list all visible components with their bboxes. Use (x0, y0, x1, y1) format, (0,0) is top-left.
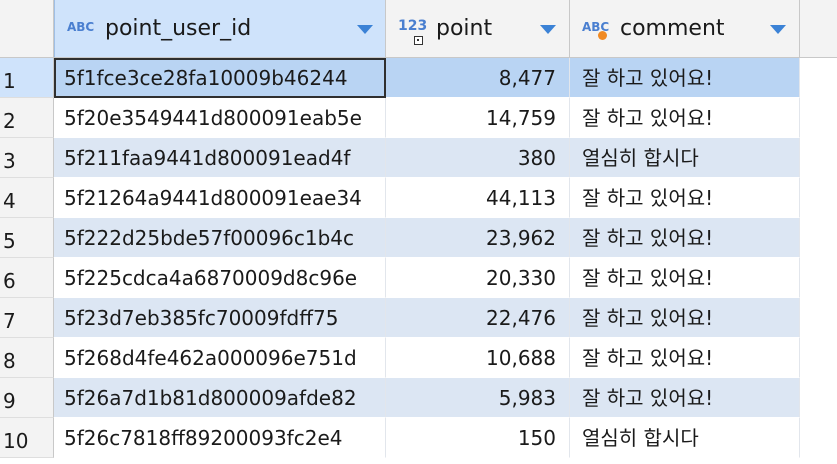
grid-header: ABC point_user_id 123 point ABC comment (0, 0, 837, 58)
sort-dropdown-icon[interactable] (540, 25, 556, 34)
cell-point-user-id[interactable]: 5f21264a9441d800091eae34 (54, 178, 386, 218)
cell-point[interactable]: 5,983 (386, 378, 570, 418)
cell-comment[interactable]: 열심히 합시다 (570, 138, 800, 178)
row-number[interactable]: 1 (0, 58, 54, 98)
sort-dropdown-icon[interactable] (770, 25, 786, 34)
row-number[interactable]: 2 (0, 98, 54, 138)
cell-comment[interactable]: 잘 하고 있어요! (570, 258, 800, 298)
cell-point[interactable]: 14,759 (386, 98, 570, 138)
string-marker-icon (598, 31, 607, 40)
string-type-icon: ABC (67, 20, 95, 34)
cell-comment[interactable]: 잘 하고 있어요! (570, 298, 800, 338)
row-number[interactable]: 6 (0, 258, 54, 298)
cell-point-user-id[interactable]: 5f268d4fe462a000096e751d (54, 338, 386, 378)
cell-comment[interactable]: 잘 하고 있어요! (570, 378, 800, 418)
row-number[interactable]: 5 (0, 218, 54, 258)
cell-point[interactable]: 22,476 (386, 298, 570, 338)
cell-point[interactable]: 10,688 (386, 338, 570, 378)
cell-point[interactable]: 150 (386, 418, 570, 458)
cell-point-user-id[interactable]: 5f1fce3ce28fa10009b46244 (54, 58, 386, 98)
cell-point-user-id[interactable]: 5f222d25bde57f00096c1b4c (54, 218, 386, 258)
cell-point[interactable]: 380 (386, 138, 570, 178)
column-label: point_user_id (105, 16, 252, 41)
cell-point-user-id[interactable]: 5f26a7d1b81d800009afde82 (54, 378, 386, 418)
cell-comment[interactable]: 잘 하고 있어요! (570, 218, 800, 258)
column-header-point[interactable]: 123 point (386, 0, 570, 57)
header-corner-cell[interactable] (0, 0, 54, 57)
header-filler (800, 0, 837, 57)
row-number[interactable]: 8 (0, 338, 54, 378)
key-badge-icon (414, 36, 423, 45)
cell-point[interactable]: 8,477 (386, 58, 570, 98)
cell-point-user-id[interactable]: 5f225cdca4a6870009d8c96e (54, 258, 386, 298)
column-header-point-user-id[interactable]: ABC point_user_id (54, 0, 386, 57)
cell-comment[interactable]: 잘 하고 있어요! (570, 178, 800, 218)
cell-comment[interactable]: 열심히 합시다 (570, 418, 800, 458)
number-type-icon: 123 (398, 18, 428, 34)
cell-point[interactable]: 23,962 (386, 218, 570, 258)
sort-dropdown-icon[interactable] (357, 25, 373, 34)
row-number[interactable]: 3 (0, 138, 54, 178)
cell-point-user-id[interactable]: 5f20e3549441d800091eab5e (54, 98, 386, 138)
row-number[interactable]: 4 (0, 178, 54, 218)
cell-point[interactable]: 44,113 (386, 178, 570, 218)
row-number[interactable]: 10 (0, 418, 54, 458)
row-number[interactable]: 7 (0, 298, 54, 338)
cell-comment[interactable]: 잘 하고 있어요! (570, 338, 800, 378)
column-label: comment (620, 16, 725, 41)
cell-point[interactable]: 20,330 (386, 258, 570, 298)
cell-comment[interactable]: 잘 하고 있어요! (570, 98, 800, 138)
row-number[interactable]: 9 (0, 378, 54, 418)
column-header-comment[interactable]: ABC comment (570, 0, 800, 57)
results-grid: ABC point_user_id 123 point ABC comment … (0, 0, 837, 463)
column-label: point (436, 16, 493, 41)
cell-comment[interactable]: 잘 하고 있어요! (570, 58, 800, 98)
cell-point-user-id[interactable]: 5f211faa9441d800091ead4f (54, 138, 386, 178)
cell-point-user-id[interactable]: 5f23d7eb385fc70009fdff75 (54, 298, 386, 338)
cell-point-user-id[interactable]: 5f26c7818ff89200093fc2e4 (54, 418, 386, 458)
